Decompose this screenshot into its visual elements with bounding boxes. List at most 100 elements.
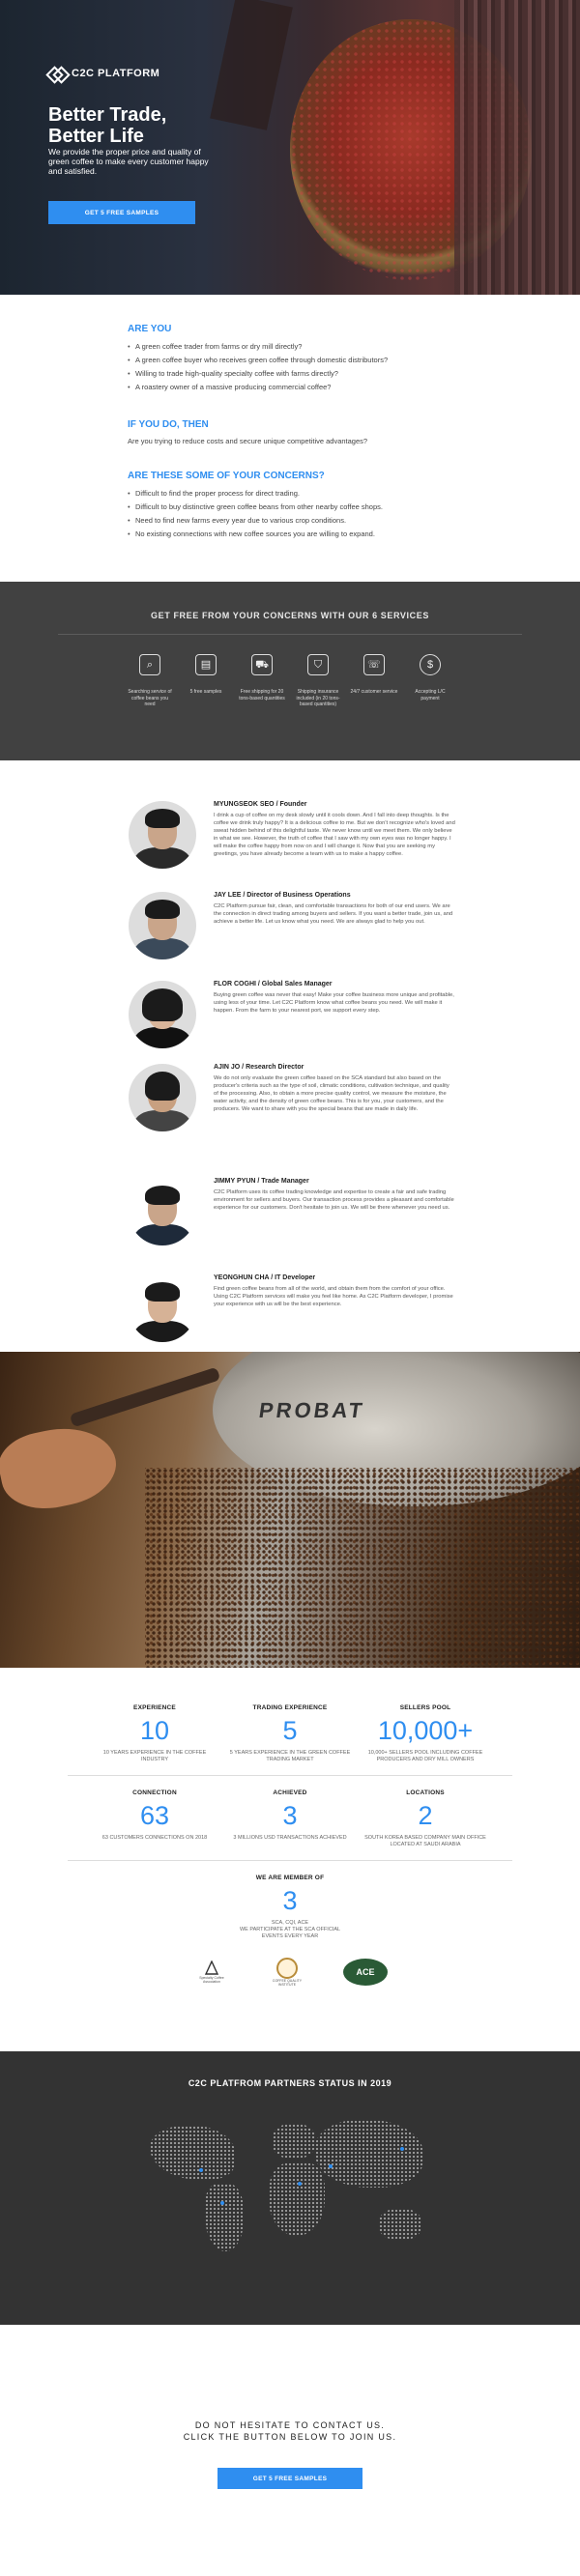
contact-line2: CLICK THE BUTTON BELOW TO JOIN US.: [183, 2432, 397, 2442]
contact-section: DO NOT HESITATE TO CONTACT US. CLICK THE…: [0, 2325, 580, 2576]
europe: [273, 2124, 315, 2159]
ace-logo: ACE: [343, 1959, 388, 1986]
stat-connection: CONNECTION 63 63 CUSTOMERS CONNECTIONS O…: [87, 1789, 222, 1848]
questions-section: ARE YOU A green coffee trader from farms…: [0, 295, 580, 582]
member-name: AJIN JO / Research Director: [214, 1064, 304, 1071]
hand: [0, 1417, 124, 1518]
concerns-heading: ARE THESE SOME OF YOUR CONCERNS?: [128, 471, 325, 481]
stats-section: EXPERIENCE 10 10 YEARS EXPERIENCE IN THE…: [0, 1668, 580, 2051]
cqi-seal-icon: [276, 1958, 298, 1979]
stat-number: 3: [282, 1886, 298, 1915]
services-title: GET FREE FROM YOUR CONCERNS WITH OUR 6 S…: [151, 611, 429, 620]
sca-logo: Specialty Coffee Association: [192, 1956, 231, 1989]
stat-member-of: WE ARE MEMBER OF 3 SCA, CQI, ACE WE PART…: [0, 1875, 580, 1940]
hero-photo-striped-shirt: [454, 0, 580, 295]
brand-logo[interactable]: C2C PLATFORM: [48, 68, 160, 79]
shield-icon: ⛉: [307, 654, 329, 675]
avatar: [129, 1274, 196, 1342]
coffee-roaster-photo: PROBAT: [0, 1352, 580, 1668]
cqi-logo-text: COFFEE QUALITY INSTITUTE: [272, 1979, 303, 1987]
member-name: YEONGHUN CHA / IT Developer: [214, 1274, 316, 1281]
stats-row: EXPERIENCE 10 10 YEARS EXPERIENCE IN THE…: [0, 1704, 580, 1763]
hero-subtitle: We provide the proper price and quality …: [48, 147, 209, 176]
service-item: ⛟ Free shipping for 20 tons-based quanti…: [234, 654, 290, 708]
member-bio: JIMMY PYUN / Trade Manager C2C Platform …: [214, 1178, 455, 1274]
stats-row: CONNECTION 63 63 CUSTOMERS CONNECTIONS O…: [0, 1789, 580, 1848]
avatar: [129, 981, 196, 1048]
service-label: Searching service of coffee beans you ne…: [128, 689, 172, 707]
stat-description: 5 YEARS EXPERIENCE IN THE GREEN COFFEE T…: [229, 1750, 351, 1762]
hero-title: Better Trade, Better Life: [48, 104, 242, 147]
member-text: Buying green coffee was never that easy!…: [214, 992, 454, 1014]
service-label: Accepting L/C payment: [415, 689, 446, 701]
location-pin: [199, 2168, 203, 2172]
sample-bag-icon: ▤: [195, 654, 217, 675]
avatar: [129, 1064, 196, 1131]
if-you-do-heading: IF YOU DO, THEN: [128, 419, 209, 430]
australia: [379, 2209, 421, 2240]
north-america: [150, 2126, 235, 2180]
hero-title-line1: Better Trade,: [48, 104, 167, 126]
stat-description: 3 MILLIONS USD TRANSACTIONS ACHIEVED: [233, 1835, 347, 1841]
service-label: 24/7 customer service: [350, 689, 398, 695]
stat-description: SCA, CQI, ACE: [271, 1920, 309, 1926]
list-item: A green coffee trader from farms or dry …: [128, 340, 580, 354]
search-document-icon: ⌕: [139, 654, 160, 675]
asia: [315, 2120, 423, 2188]
stat-heading: WE ARE MEMBER OF: [255, 1875, 325, 1881]
location-pin: [220, 2201, 224, 2205]
list-item: Difficult to find the proper process for…: [128, 487, 580, 501]
south-america: [205, 2184, 244, 2251]
truck-icon: ⛟: [251, 654, 273, 675]
cqi-logo: COFFEE QUALITY INSTITUTE: [268, 1956, 306, 1989]
stat-number: 63: [139, 1801, 170, 1830]
avatar: [129, 1178, 196, 1245]
location-pin: [298, 2182, 302, 2186]
stat-heading: LOCATIONS: [406, 1789, 445, 1796]
stat-heading: EXPERIENCE: [133, 1704, 176, 1711]
member-bio: YEONGHUN CHA / IT Developer Find green c…: [214, 1274, 455, 1361]
stat-trading-experience: TRADING EXPERIENCE 5 5 YEARS EXPERIENCE …: [222, 1704, 358, 1763]
payment-icon: $: [420, 654, 441, 675]
divider: [58, 634, 522, 635]
contact-free-samples-button[interactable]: GET 5 FREE SAMPLES: [218, 2468, 362, 2489]
service-item: ⛉ Shipping insurance included (in 20 ton…: [290, 654, 346, 708]
scoop: [69, 1366, 221, 1428]
member-text: C2C Platform uses its coffee trading kno…: [214, 1189, 454, 1211]
avatar: [129, 892, 196, 959]
member-logos: Specialty Coffee Association COFFEE QUAL…: [0, 1956, 580, 1989]
stat-description: 63 CUSTOMERS CONNECTIONS ON 2018: [102, 1835, 208, 1841]
stat-number: 5: [282, 1716, 298, 1745]
stat-description: 10,000+ SELLERS POOL INCLUDING COFFEE PR…: [367, 1750, 483, 1762]
hero-free-samples-button[interactable]: GET 5 FREE SAMPLES: [48, 201, 195, 224]
divider: [68, 1860, 512, 1861]
member-name: FLOR COGHI / Global Sales Manager: [214, 981, 333, 987]
hero-title-line2: Better Life: [48, 126, 144, 147]
service-item: $ Accepting L/C payment: [402, 654, 458, 708]
service-item: ▤ 5 free samples: [178, 654, 234, 708]
logo-mark-icon: [48, 68, 66, 79]
member-text: I drink a cup of coffee on my desk slowl…: [214, 813, 455, 857]
roaster-brand-label: PROBAT: [257, 1398, 367, 1422]
member-bio: MYUNGSEOK SEO / Founder I drink a cup of…: [214, 801, 455, 892]
landing-page: C2C PLATFORM Better Trade, Better Life W…: [0, 0, 580, 2576]
support-icon: ☏: [363, 654, 385, 675]
are-you-list: A green coffee trader from farms or dry …: [128, 340, 580, 394]
list-item: A roastery owner of a massive producing …: [128, 381, 580, 394]
stat-description: SOUTH KOREA BASED COMPANY MAIN OFFICE LO…: [364, 1835, 486, 1847]
stat-number: 10: [139, 1716, 170, 1745]
list-item: Need to find new farms every year due to…: [128, 514, 580, 528]
member-text: C2C Platform pursue fair, clean, and com…: [214, 903, 453, 925]
service-label: Free shipping for 20 tons-based quantiti…: [239, 689, 285, 701]
member-bio: AJIN JO / Research Director We do not on…: [214, 1064, 455, 1178]
location-pin: [329, 2164, 333, 2168]
location-pin: [400, 2147, 404, 2151]
stat-locations: LOCATIONS 2 SOUTH KOREA BASED COMPANY MA…: [358, 1789, 493, 1848]
member-name: MYUNGSEOK SEO / Founder: [214, 801, 307, 808]
sca-mark-icon: [204, 1961, 219, 1975]
stat-description: 10 YEARS EXPERIENCE IN THE COFFEE INDUST…: [102, 1750, 207, 1762]
africa: [269, 2162, 325, 2236]
stat-number: 2: [418, 1801, 433, 1830]
world-map: [145, 2114, 435, 2264]
are-you-heading: ARE YOU: [128, 324, 172, 334]
